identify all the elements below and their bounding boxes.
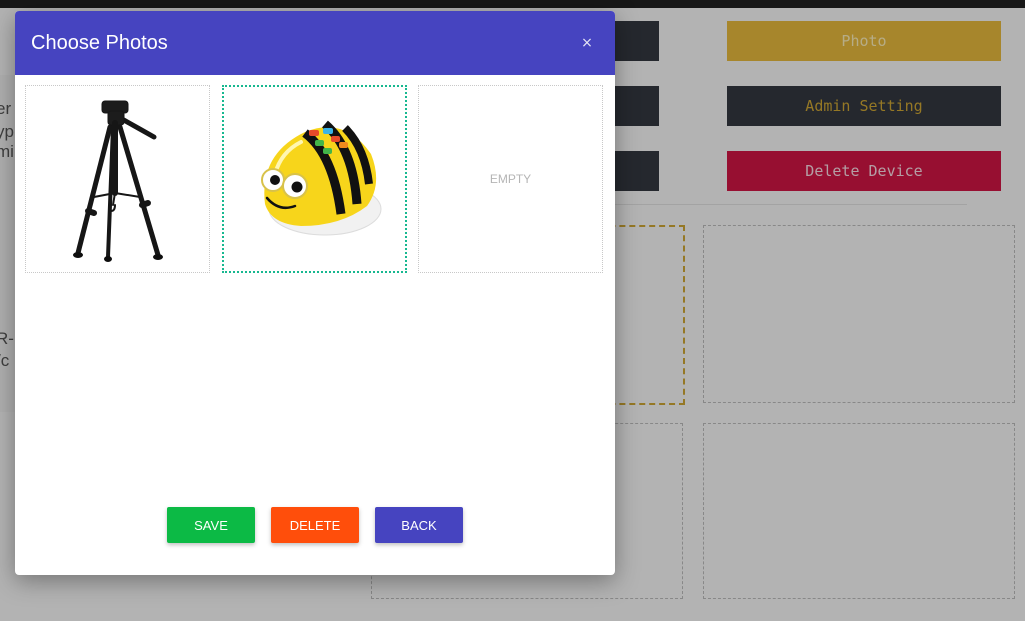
photo-slot-1[interactable]	[25, 85, 210, 273]
empty-slot-label: EMPTY	[489, 172, 532, 186]
dialog-title: Choose Photos	[31, 31, 168, 54]
bee-bot-photo	[260, 120, 381, 236]
save-button[interactable]: SAVE	[167, 507, 255, 543]
dialog-header: Choose Photos ×	[15, 11, 615, 75]
tripod-photo	[72, 100, 163, 262]
delete-button[interactable]: DELETE	[271, 507, 359, 543]
back-button[interactable]: BACK	[375, 507, 463, 543]
close-icon[interactable]: ×	[579, 33, 595, 53]
photo-slot-3[interactable]: EMPTY	[418, 85, 603, 273]
photo-slot-2[interactable]	[222, 85, 407, 273]
choose-photos-dialog: Choose Photos × EMPTY SAVE DELETE BACK	[15, 11, 615, 575]
